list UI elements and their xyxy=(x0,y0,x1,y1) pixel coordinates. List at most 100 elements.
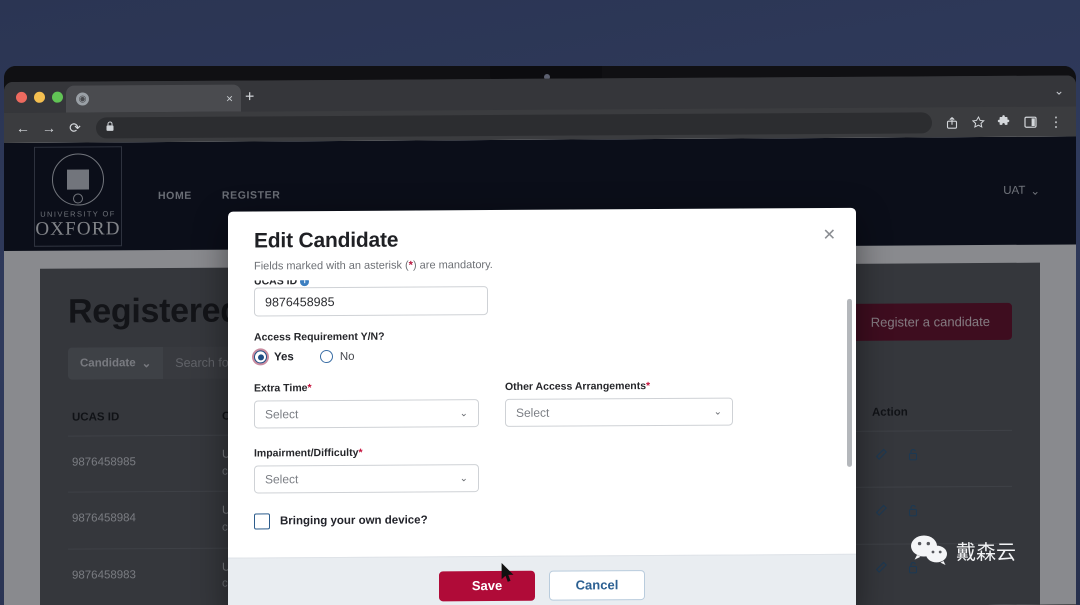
access-requirement-group: Access Requirement Y/N? Yes No xyxy=(254,328,830,364)
extra-time-select[interactable]: Select ⌄ xyxy=(254,399,479,429)
address-bar[interactable] xyxy=(96,111,932,138)
oxford-logo[interactable]: UNIVERSITY OF OXFORD xyxy=(34,146,122,247)
row-action-icons xyxy=(872,498,1008,520)
column-header-ucas-id[interactable]: UCAS ID xyxy=(68,405,218,436)
cell-ucas-id: 9876458984 xyxy=(68,491,218,549)
cell-action xyxy=(868,486,1012,544)
side-panel-icon[interactable] xyxy=(1018,110,1042,134)
label-text: Other Access Arrangements xyxy=(505,380,647,393)
back-arrow-icon[interactable]: ← xyxy=(10,115,36,141)
label-text: Impairment/Difficulty xyxy=(254,446,359,460)
radio-no-input[interactable] xyxy=(319,349,333,364)
chevron-down-icon[interactable]: ⌄ xyxy=(1054,84,1064,98)
close-tab-icon[interactable]: × xyxy=(226,91,233,105)
minimize-window-button[interactable] xyxy=(34,91,45,103)
chevron-down-icon: ⌄ xyxy=(1030,185,1040,198)
select-fields-row-1: Extra Time* Select ⌄ Other Access Arrang… xyxy=(254,379,830,429)
nav-item-register[interactable]: REGISTER xyxy=(222,189,280,201)
modal-scrollbar[interactable] xyxy=(847,298,852,467)
cell-ucas-id: 9876458985 xyxy=(68,435,218,493)
modal-title: Edit Candidate xyxy=(254,228,399,253)
bring-own-device-checkbox[interactable] xyxy=(254,513,270,530)
field-other-access-arrangements: Other Access Arrangements* Select ⌄ xyxy=(505,380,733,427)
bring-own-device-label: Bringing your own device? xyxy=(280,514,428,528)
window-controls[interactable] xyxy=(16,91,63,103)
other-access-select[interactable]: Select ⌄ xyxy=(505,397,733,427)
info-icon[interactable]: i xyxy=(300,276,310,286)
oxford-crest-icon xyxy=(52,152,104,206)
chevron-down-icon: ⌄ xyxy=(713,406,722,418)
extra-time-label: Extra Time* xyxy=(254,381,479,394)
impairment-select[interactable]: Select ⌄ xyxy=(254,464,479,494)
cell-ucas-id: 9876458983 xyxy=(68,547,218,605)
ucas-id-label: UCAS ID xyxy=(254,276,298,288)
subtitle-before: Fields marked with an asterisk ( xyxy=(254,259,409,273)
edit-pencil-icon[interactable] xyxy=(872,446,890,464)
close-window-button[interactable] xyxy=(16,91,27,103)
close-icon[interactable]: ✕ xyxy=(823,227,836,244)
modal-body: UCAS ID i 9876458985 Access Requirement Y… xyxy=(228,271,856,558)
web-page: UNIVERSITY OF OXFORD HOME REGISTER UAT ⌄… xyxy=(4,136,1076,605)
new-tab-button[interactable]: + xyxy=(245,88,254,105)
subtitle-after: ) are mandatory. xyxy=(412,259,493,272)
lock-icon xyxy=(106,121,114,133)
ucas-id-label-clipped: UCAS ID i xyxy=(254,276,830,288)
extra-time-value: Select xyxy=(265,407,299,422)
main-nav: HOME REGISTER xyxy=(158,189,280,202)
bookmark-star-icon[interactable] xyxy=(966,110,990,134)
impairment-label: Impairment/Difficulty* xyxy=(254,444,830,460)
browser-tab[interactable]: ◉ × xyxy=(66,84,241,113)
unlock-icon[interactable] xyxy=(904,502,922,520)
cell-action xyxy=(868,430,1012,488)
search-scope-label: Candidate xyxy=(80,357,136,370)
screen: ◉ × + ⌄ ← → ⟳ ⋮ UNIVERSITY OF OXFORD HOM… xyxy=(0,0,1080,605)
access-requirement-label: Access Requirement Y/N? xyxy=(254,330,385,344)
label-text: Extra Time xyxy=(254,382,308,395)
radio-yes-label: Yes xyxy=(274,350,294,363)
edit-pencil-icon[interactable] xyxy=(872,558,890,576)
environment-selector[interactable]: UAT ⌄ xyxy=(1003,184,1040,198)
radio-yes-input[interactable] xyxy=(254,350,267,364)
logo-line-1: UNIVERSITY OF xyxy=(40,208,116,219)
register-candidate-button[interactable]: Register a candidate xyxy=(848,302,1012,341)
logo-line-2: OXFORD xyxy=(35,217,121,240)
browser-window: ◉ × + ⌄ ← → ⟳ ⋮ UNIVERSITY OF OXFORD HOM… xyxy=(4,75,1076,605)
save-button[interactable]: Save xyxy=(439,570,535,601)
kebab-menu-icon[interactable]: ⋮ xyxy=(1044,110,1068,134)
modal-subtitle: Fields marked with an asterisk (*) are m… xyxy=(254,257,830,273)
unlock-icon[interactable] xyxy=(904,558,922,576)
radio-option-no[interactable]: No xyxy=(319,349,355,364)
radio-option-yes[interactable]: Yes xyxy=(254,350,294,364)
required-asterisk: * xyxy=(358,446,363,459)
unlock-icon[interactable] xyxy=(904,445,922,463)
reload-icon[interactable]: ⟳ xyxy=(62,114,88,140)
radio-no-label: No xyxy=(339,350,355,363)
modal-header: Edit Candidate Fields marked with an ast… xyxy=(228,208,856,275)
environment-label: UAT xyxy=(1003,184,1026,197)
chevron-down-icon: ⌄ xyxy=(459,407,468,419)
nav-item-home[interactable]: HOME xyxy=(158,190,192,202)
other-access-value: Select xyxy=(516,405,550,420)
row-action-icons xyxy=(872,555,1008,577)
bring-own-device-row[interactable]: Bringing your own device? xyxy=(254,510,830,530)
globe-favicon-icon: ◉ xyxy=(76,92,89,106)
share-icon[interactable] xyxy=(940,110,964,134)
chevron-down-icon: ⌄ xyxy=(459,472,468,484)
select-fields-row-2: Impairment/Difficulty* Select ⌄ xyxy=(254,444,830,494)
edit-pencil-icon[interactable] xyxy=(872,502,890,520)
navigation-controls: ← → ⟳ xyxy=(10,114,88,140)
modal-footer: Save Cancel xyxy=(228,553,856,605)
field-impairment-difficulty: Impairment/Difficulty* Select ⌄ xyxy=(254,444,830,494)
impairment-value: Select xyxy=(265,472,299,487)
required-asterisk: * xyxy=(307,382,312,395)
search-scope-dropdown[interactable]: Candidate ⌄ xyxy=(68,347,164,380)
cancel-button[interactable]: Cancel xyxy=(549,569,645,601)
ucas-id-input[interactable]: 9876458985 xyxy=(254,286,488,317)
toolbar-right-icons: ⋮ xyxy=(940,110,1068,135)
tab-title xyxy=(97,98,226,99)
forward-arrow-icon[interactable]: → xyxy=(36,115,62,141)
extensions-puzzle-icon[interactable] xyxy=(992,110,1016,134)
other-access-label: Other Access Arrangements* xyxy=(505,380,733,393)
maximize-window-button[interactable] xyxy=(52,91,63,103)
required-asterisk: * xyxy=(646,380,651,393)
